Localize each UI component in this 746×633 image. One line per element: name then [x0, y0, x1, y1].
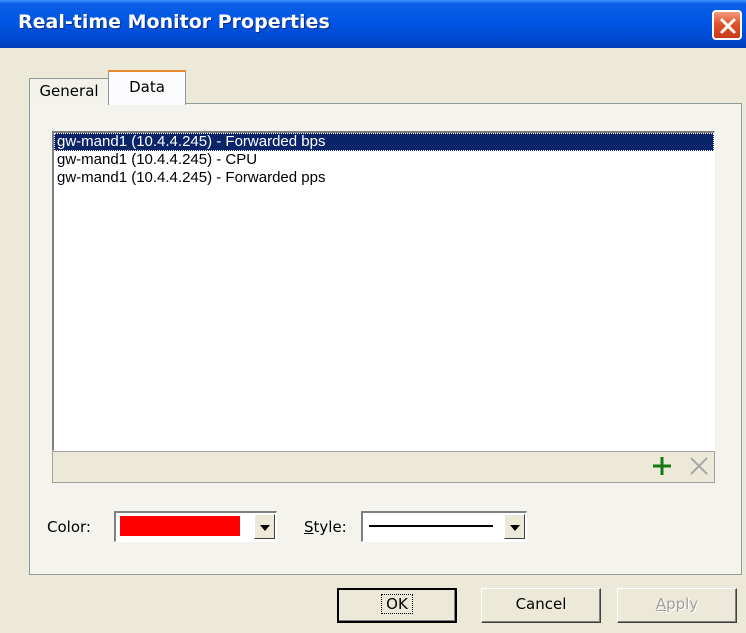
list-item[interactable]: gw-mand1 (10.4.4.245) - Forwarded pps [54, 169, 714, 187]
list-item[interactable]: gw-mand1 (10.4.4.245) - Forwarded bps [54, 133, 714, 151]
remove-item-button[interactable] [688, 455, 710, 477]
list-toolbar [52, 451, 715, 483]
style-select[interactable] [361, 511, 527, 542]
close-button[interactable] [712, 10, 742, 40]
tab-general[interactable]: General [29, 78, 108, 104]
style-label-accel: S [304, 518, 314, 536]
cancel-button[interactable]: Cancel [481, 588, 601, 623]
title-bar: Real-time Monitor Properties [0, 0, 746, 48]
color-select[interactable] [114, 511, 277, 542]
ok-label: OK [381, 594, 413, 614]
add-item-button[interactable] [651, 455, 673, 477]
color-swatch [120, 516, 240, 536]
tab-data[interactable]: Data [108, 70, 186, 105]
apply-label-rest: pply [666, 595, 699, 613]
apply-label-accel: A [655, 595, 667, 613]
chevron-down-icon[interactable] [254, 514, 275, 539]
window-title: Real-time Monitor Properties [18, 11, 330, 33]
list-item[interactable]: gw-mand1 (10.4.4.245) - CPU [54, 151, 714, 169]
chevron-down-icon[interactable] [504, 514, 525, 539]
plus-icon [653, 457, 671, 475]
color-label: Color: [47, 518, 91, 536]
ok-button[interactable]: OK [337, 588, 457, 623]
data-series-list[interactable]: gw-mand1 (10.4.4.245) - Forwarded bps gw… [52, 131, 715, 451]
style-label: Style: [304, 518, 347, 536]
style-label-rest: tyle: [313, 518, 347, 536]
close-icon [720, 18, 736, 34]
tab-data-label: Data [129, 78, 165, 96]
apply-button[interactable]: Apply [617, 588, 737, 623]
x-icon [690, 457, 708, 475]
line-style-preview [369, 525, 493, 527]
tab-general-label: General [39, 82, 99, 100]
cancel-label: Cancel [515, 595, 567, 613]
